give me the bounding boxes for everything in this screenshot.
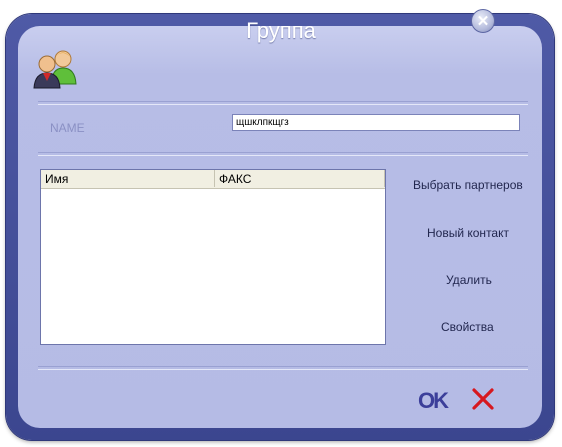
ok-button[interactable]: OK [418, 388, 449, 414]
cancel-x-icon [472, 388, 494, 410]
name-label: NAME [50, 121, 85, 135]
table-header: Имя ФАКС [41, 170, 385, 189]
column-header-name[interactable]: Имя [41, 170, 215, 187]
group-users-icon [32, 46, 80, 90]
close-icon: ✕ [476, 13, 490, 30]
divider-middle [38, 152, 528, 156]
divider-top [38, 101, 528, 105]
new-contact-button[interactable]: Новый контакт [427, 226, 509, 240]
properties-button[interactable]: Свойства [441, 320, 494, 334]
divider-bottom [38, 366, 528, 370]
name-input[interactable] [232, 114, 520, 131]
delete-button[interactable]: Удалить [446, 273, 492, 287]
close-button[interactable]: ✕ [471, 9, 495, 33]
choose-partners-button[interactable]: Выбрать партнеров [413, 178, 523, 192]
cancel-button[interactable] [470, 386, 496, 412]
column-header-fax[interactable]: ФАКС [215, 170, 385, 187]
members-table[interactable]: Имя ФАКС [40, 169, 386, 345]
